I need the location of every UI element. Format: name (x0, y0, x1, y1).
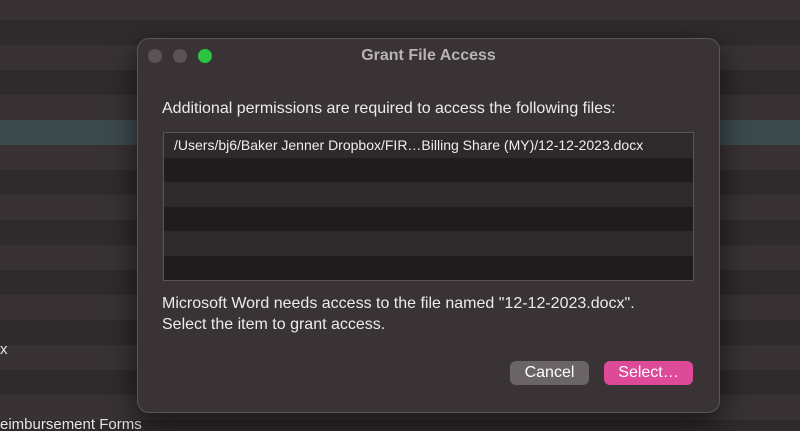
select-button[interactable]: Select… (604, 361, 693, 385)
file-list[interactable]: /Users/bj6/Baker Jenner Dropbox/FIR…Bill… (163, 132, 694, 281)
background-row (0, 0, 800, 20)
file-list-row (164, 157, 693, 182)
cancel-button[interactable]: Cancel (510, 361, 589, 385)
file-list-row (164, 182, 693, 207)
file-list-row (164, 206, 693, 231)
dialog-titlebar: Grant File Access (138, 39, 719, 75)
desktop-background: x eimbursement Forms Grant File Access A… (0, 0, 800, 431)
background-item-text[interactable]: eimbursement Forms (0, 416, 142, 431)
access-message-line: Microsoft Word needs access to the file … (162, 295, 635, 312)
file-list-row (164, 255, 693, 280)
access-message: Microsoft Word needs access to the file … (162, 293, 635, 335)
permissions-message: Additional permissions are required to a… (162, 100, 616, 117)
dialog-title: Grant File Access (361, 47, 496, 64)
file-list-row[interactable]: /Users/bj6/Baker Jenner Dropbox/FIR…Bill… (164, 133, 693, 158)
access-message-line: Select the item to grant access. (162, 316, 386, 333)
file-list-row (164, 231, 693, 256)
background-item-text[interactable]: x (0, 341, 8, 358)
grant-file-access-dialog: Grant File Access Additional permissions… (137, 38, 720, 413)
